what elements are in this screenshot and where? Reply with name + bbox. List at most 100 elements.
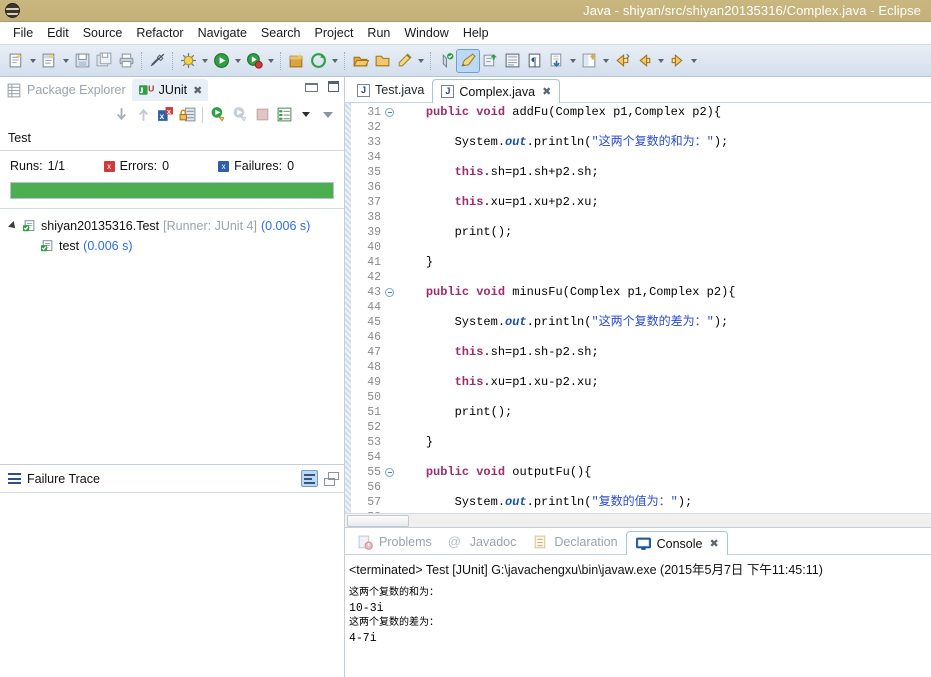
menu-refactor[interactable]: Refactor: [129, 24, 190, 42]
forward-button[interactable]: [666, 50, 688, 72]
previous-edit-button[interactable]: [479, 50, 501, 72]
chevron-down-icon[interactable]: [265, 50, 276, 72]
expand-arrow-icon[interactable]: [8, 221, 18, 231]
back-history-button[interactable]: [611, 50, 633, 72]
menu-edit[interactable]: Edit: [40, 24, 76, 42]
external-tools-button[interactable]: [307, 50, 329, 72]
run-button[interactable]: [210, 50, 232, 72]
rerun-test-failures-icon[interactable]: [230, 105, 250, 125]
code-line: this.xu=p1.xu-p2.xu;: [397, 375, 931, 390]
junit-view: Package Explorer U JUnit ✖: [0, 77, 345, 677]
lock-scroll-icon[interactable]: [177, 105, 197, 125]
tab-declaration[interactable]: Declaration: [524, 530, 625, 554]
close-icon[interactable]: ✖: [193, 84, 202, 97]
test-name-label: shiyan20135316.Test: [41, 219, 159, 233]
test-tree-item[interactable]: test (0.006 s): [0, 236, 344, 256]
test-run-history-icon[interactable]: [274, 105, 294, 125]
pencil-highlight-button[interactable]: [457, 50, 479, 72]
new-java-class-button[interactable]: [38, 50, 60, 72]
console-tabbar: Problems @ Javadoc Declaration: [345, 528, 931, 554]
tab-console[interactable]: Console ✖: [626, 531, 728, 555]
minimize-view-icon[interactable]: [305, 80, 318, 93]
save-button[interactable]: [71, 50, 93, 72]
show-whitespace-button[interactable]: ¶: [523, 50, 545, 72]
toggle-mark-occurrences-button[interactable]: [146, 50, 168, 72]
chevron-down-icon[interactable]: [655, 50, 666, 72]
code-line: [397, 330, 931, 345]
chevron-down-icon[interactable]: [415, 50, 426, 72]
chevron-down-icon[interactable]: [567, 50, 578, 72]
print-button[interactable]: [115, 50, 137, 72]
view-menu-icon[interactable]: [296, 105, 316, 125]
menu-navigate[interactable]: Navigate: [191, 24, 254, 42]
close-icon[interactable]: ✖: [542, 85, 551, 98]
menu-file[interactable]: File: [6, 24, 40, 42]
next-failure-icon[interactable]: [111, 105, 131, 125]
console-output[interactable]: 这两个复数的和为：10-3i这两个复数的差为：4-7i: [345, 582, 931, 677]
rerun-test-icon[interactable]: [208, 105, 228, 125]
line-number: 55: [351, 465, 383, 480]
scrollbar-thumb[interactable]: [347, 515, 409, 527]
menu-project[interactable]: Project: [308, 24, 361, 42]
tab-javadoc[interactable]: @ Javadoc: [440, 530, 525, 554]
tab-junit[interactable]: U JUnit ✖: [132, 79, 209, 101]
line-number: 41: [351, 255, 383, 270]
tab-package-explorer[interactable]: Package Explorer: [0, 79, 132, 101]
console-output-line: 这两个复数的和为：: [349, 586, 931, 601]
code-line: this.sh=p1.sh+p2.sh;: [397, 165, 931, 180]
chevron-down-icon[interactable]: [199, 50, 210, 72]
maximize-view-icon[interactable]: [327, 80, 340, 93]
back-history-icon: [614, 52, 631, 69]
tab-test-java[interactable]: J Test.java: [349, 78, 432, 102]
new-wizard-button[interactable]: [5, 50, 27, 72]
run-coverage-button[interactable]: [243, 50, 265, 72]
open-perspective-button[interactable]: [578, 50, 600, 72]
test-tree-root[interactable]: shiyan20135316.Test [Runner: JUnit 4] (0…: [0, 216, 344, 236]
back-button[interactable]: [633, 50, 655, 72]
close-icon[interactable]: ✖: [709, 537, 718, 550]
filter-stack-trace-icon[interactable]: [301, 470, 318, 487]
tab-problems[interactable]: Problems: [349, 530, 440, 554]
search-button[interactable]: [393, 50, 415, 72]
code-area[interactable]: 3132333435363738394041424344454647484950…: [345, 103, 931, 513]
save-all-button[interactable]: [93, 50, 115, 72]
chevron-down-icon[interactable]: [600, 50, 611, 72]
console-status-line: <terminated> Test [JUnit] G:\javachengxu…: [345, 554, 931, 582]
back-icon: [636, 52, 653, 69]
tab-console-label: Console: [657, 537, 703, 551]
svg-text:U: U: [148, 83, 154, 93]
failures-label: Failures:: [234, 159, 282, 173]
menu-help[interactable]: Help: [456, 24, 496, 42]
minimize-panel-icon[interactable]: [318, 105, 338, 125]
fold-collapse-icon[interactable]: [385, 468, 394, 477]
source-code-text[interactable]: public void addFu(Complex p1,Complex p2)…: [383, 103, 931, 513]
chevron-down-icon[interactable]: [60, 50, 71, 72]
fold-collapse-icon[interactable]: [385, 108, 394, 117]
chevron-down-icon[interactable]: [329, 50, 340, 72]
open-type-button[interactable]: [349, 50, 371, 72]
next-annotation-button[interactable]: [435, 50, 457, 72]
debug-button[interactable]: [177, 50, 199, 72]
stop-test-icon[interactable]: [252, 105, 272, 125]
show-failures-only-icon[interactable]: x x: [155, 105, 175, 125]
menu-window[interactable]: Window: [397, 24, 455, 42]
debug-icon: [180, 52, 197, 69]
menu-source[interactable]: Source: [76, 24, 130, 42]
toolbar-separator: [430, 52, 431, 70]
chevron-down-icon[interactable]: [232, 50, 243, 72]
editor-horizontal-scrollbar[interactable]: [345, 513, 931, 527]
tab-complex-java[interactable]: J Complex.java ✖: [432, 79, 560, 103]
line-number: 36: [351, 180, 383, 195]
skip-breakpoints-button[interactable]: [545, 50, 567, 72]
menu-run[interactable]: Run: [360, 24, 397, 42]
open-task-button[interactable]: [371, 50, 393, 72]
compare-result-icon[interactable]: [324, 472, 339, 486]
new-java-package-button[interactable]: [285, 50, 307, 72]
previous-failure-icon[interactable]: [133, 105, 153, 125]
chevron-down-icon[interactable]: [688, 50, 699, 72]
chevron-down-icon[interactable]: [27, 50, 38, 72]
show-outline-button[interactable]: [501, 50, 523, 72]
menu-search[interactable]: Search: [254, 24, 308, 42]
fold-collapse-icon[interactable]: [385, 288, 394, 297]
package-explorer-icon: [6, 82, 23, 99]
